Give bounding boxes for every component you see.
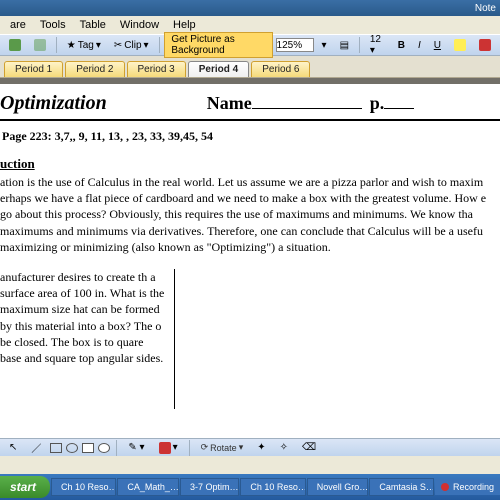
menu-window[interactable]: Window [114, 19, 165, 31]
main-toolbar: ★ Tag ▾ ✂ Clip ▾ Get Picture as Backgrou… [0, 34, 500, 56]
back-button[interactable] [4, 37, 26, 53]
p-label: p. [370, 93, 385, 114]
task-item[interactable]: 3-7 Optim… [180, 478, 239, 496]
filled-oval-tool[interactable] [98, 443, 110, 453]
intro-heading: uction [0, 156, 500, 172]
font-size-dropdown[interactable]: 12 ▾ [365, 32, 390, 58]
start-button[interactable]: start [0, 476, 50, 498]
rect-tool[interactable] [50, 443, 62, 453]
task-item[interactable]: Camtasia S… [369, 478, 434, 496]
zoom-dropdown[interactable]: ▾ [317, 38, 332, 53]
drawing-toolbar: ↖ ／ ✎ ▾ ▾ ⟳ Rotate ▾ ✦ ✧ ⌫ [0, 438, 500, 456]
record-icon [441, 483, 449, 491]
homework-line: Page 223: 3,7,, 9, 11, 13, , 23, 33, 39,… [0, 129, 500, 144]
ink-tool-1[interactable]: ✦ [252, 440, 270, 455]
color-tool[interactable]: ▾ [154, 440, 183, 456]
line-tool[interactable]: ／ [26, 438, 46, 457]
get-picture-button[interactable]: Get Picture as Background [164, 32, 272, 58]
task-item[interactable]: CA_Math_… [117, 478, 179, 496]
eraser-tool[interactable]: ⌫ [297, 440, 321, 455]
system-tray[interactable]: Recording [435, 479, 500, 495]
page-canvas: Optimization Name p. Page 223: 3,7,, 9, … [0, 78, 500, 438]
name-blank [252, 95, 362, 109]
problem-text: anufacturer desires to create th a surfa… [0, 269, 175, 409]
page-width-icon[interactable]: ▤ [335, 38, 354, 53]
window-titlebar: Note [0, 0, 500, 16]
menu-help[interactable]: Help [167, 19, 202, 31]
task-item[interactable]: Ch 10 Reso… [240, 478, 305, 496]
document-page[interactable]: Optimization Name p. Page 223: 3,7,, 9, … [0, 84, 500, 438]
zoom-input[interactable] [276, 38, 314, 52]
menu-table[interactable]: Table [74, 19, 112, 31]
tab-period-6[interactable]: Period 6 [251, 61, 310, 77]
two-column: anufacturer desires to create th a surfa… [0, 269, 500, 409]
font-color-button[interactable] [474, 37, 496, 53]
filled-rect-tool[interactable] [82, 443, 94, 453]
tab-period-1[interactable]: Period 1 [4, 61, 63, 77]
tab-period-3[interactable]: Period 3 [127, 61, 186, 77]
tab-period-2[interactable]: Period 2 [65, 61, 124, 77]
clip-button[interactable]: ✂ Clip ▾ [109, 38, 154, 53]
app-name: Note [475, 3, 496, 14]
pen-tool[interactable]: ✎ ▾ [123, 440, 149, 455]
task-item[interactable]: Ch 10 Reso… [51, 478, 116, 496]
tag-button[interactable]: ★ Tag ▾ [62, 38, 106, 53]
rotate-tool[interactable]: ⟳ Rotate ▾ [196, 440, 249, 455]
menu-tools[interactable]: Tools [34, 19, 72, 31]
doc-title: Optimization [0, 92, 107, 115]
name-label: Name [207, 93, 252, 114]
underline-button[interactable]: U [429, 38, 446, 53]
header-row: Optimization Name p. [0, 92, 500, 121]
tab-period-4[interactable]: Period 4 [188, 61, 249, 77]
select-tool[interactable]: ↖ [4, 440, 22, 455]
bold-button[interactable]: B [393, 38, 410, 53]
intro-body: ation is the use of Calculus in the real… [0, 174, 500, 255]
menu-share[interactable]: are [4, 19, 32, 31]
oval-tool[interactable] [66, 443, 78, 453]
work-area[interactable] [175, 269, 500, 409]
tray-text: Recording [453, 482, 494, 492]
section-tabs: Period 1 Period 2 Period 3 Period 4 Peri… [0, 56, 500, 78]
task-item[interactable]: Novell Gro… [307, 478, 369, 496]
p-blank [384, 95, 414, 109]
windows-taskbar: start Ch 10 Reso… CA_Math_… 3-7 Optim… C… [0, 474, 500, 500]
italic-button[interactable]: I [413, 38, 426, 53]
ink-tool-2[interactable]: ✧ [275, 440, 293, 455]
highlight-button[interactable] [449, 37, 471, 53]
forward-button[interactable] [29, 37, 51, 53]
